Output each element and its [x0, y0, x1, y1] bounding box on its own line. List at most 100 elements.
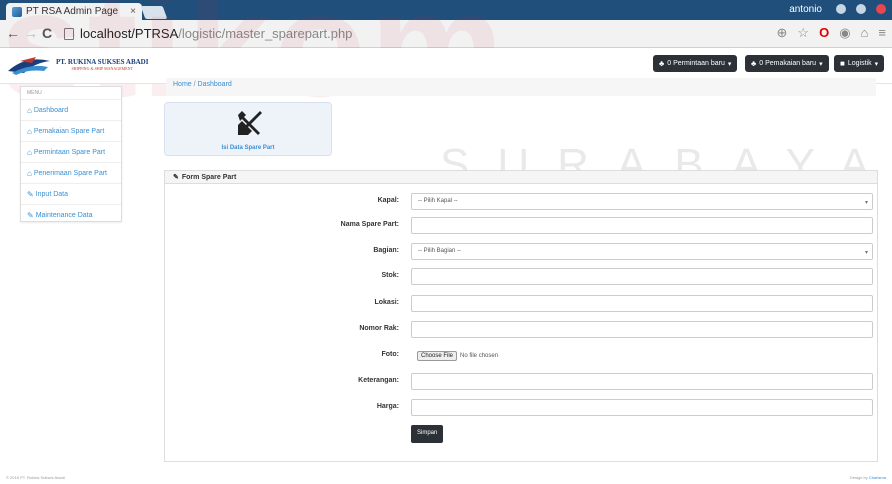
tab-close-icon[interactable]: ×	[130, 6, 136, 17]
page-icon	[64, 27, 74, 40]
forward-icon[interactable]: →	[24, 25, 38, 41]
form-title: Form Spare Part	[181, 173, 237, 181]
logistik-user-button[interactable]: ■ Logistik ▾	[834, 55, 885, 72]
bell-icon: ♣	[659, 59, 665, 68]
url-path: /logistic/master_sparepart.php	[178, 26, 353, 41]
design-link[interactable]: Charisma	[869, 475, 886, 480]
minimize-icon[interactable]	[836, 4, 846, 14]
browser-tab[interactable]: PT RSA Admin Page ×	[6, 3, 142, 20]
field-label: Nama Spare Part:	[340, 221, 399, 228]
menu-icon[interactable]: ≡	[878, 25, 886, 41]
extension-icon[interactable]: ◉	[839, 25, 850, 41]
tile-label: Isi Data Spare Part	[221, 145, 275, 151]
form-row-lokasi: Lokasi:	[165, 295, 879, 312]
field-label: Stok:	[381, 272, 400, 279]
form-header: ✎ Form Spare Part	[165, 171, 877, 184]
nomor-rak-input[interactable]	[411, 321, 873, 338]
reload-icon[interactable]: C	[42, 25, 52, 41]
choose-file-button[interactable]: Choose File	[417, 351, 458, 361]
lokasi-input[interactable]	[411, 295, 873, 312]
brand-tagline: SHIPPING & SHIP MANAGEMENT	[71, 65, 133, 71]
tab-title: PT RSA Admin Page	[26, 6, 119, 17]
favicon-icon	[12, 6, 22, 17]
home-icon: ⌂	[27, 105, 32, 115]
harga-input[interactable]	[411, 399, 873, 416]
edit-icon: ✎	[27, 210, 34, 220]
breadcrumb-separator: /	[193, 81, 196, 88]
stok-input[interactable]	[411, 268, 873, 285]
brand-name: PT. RUKINA SUKSES ABADI	[56, 57, 149, 66]
zoom-icon[interactable]: ⊕	[777, 25, 788, 41]
design-prefix: Design by	[849, 475, 868, 480]
keterangan-input[interactable]	[411, 373, 873, 390]
tools-icon	[238, 111, 262, 135]
sidebar-item-input-data[interactable]: ✎ Input Data	[21, 183, 121, 204]
sidebar-item-label: Input Data	[35, 190, 69, 198]
pemakaian-label: 0 Pemakaian baru	[759, 60, 817, 67]
field-label: Kapal:	[377, 197, 399, 204]
foto-file-input[interactable]: Choose File No file chosen	[411, 347, 873, 364]
home-icon: ⌂	[27, 126, 32, 136]
home-icon: ⌂	[27, 168, 32, 178]
url-input[interactable]: localhost/PTRSA/logistic/master_sparepar…	[64, 23, 834, 44]
field-label: Harga:	[376, 403, 399, 410]
form-row-nama: Nama Spare Part:	[165, 217, 879, 234]
company-logo[interactable]: PT. RUKINA SUKSES ABADI SHIPPING & SHIP …	[6, 51, 148, 77]
permintaan-label: 0 Permintaan baru	[667, 60, 725, 67]
sidebar-item-penerimaan[interactable]: ⌂ Penerimaan Spare Part	[21, 162, 121, 183]
extension-2-icon[interactable]: ⌂	[861, 25, 869, 41]
maximize-icon[interactable]	[856, 4, 866, 14]
window-controls	[836, 4, 886, 14]
edit-icon: ✎	[173, 174, 179, 181]
sidebar-item-maintenance[interactable]: ✎ Maintenance Data	[21, 204, 121, 225]
simpan-button[interactable]: Simpan	[411, 425, 444, 443]
bagian-select[interactable]: -- Pilih Bagian -- ▾	[411, 243, 873, 260]
opera-icon[interactable]: O	[819, 25, 829, 41]
form-row-kapal: Kapal: -- Pilih Kapal -- ▾	[165, 193, 879, 210]
close-window-icon[interactable]	[876, 4, 886, 14]
edit-icon: ✎	[27, 189, 34, 199]
kapal-select[interactable]: -- Pilih Kapal -- ▾	[411, 193, 873, 210]
star-icon[interactable]: ☆	[797, 25, 809, 41]
form-panel: ✎ Form Spare Part Kapal: -- Pilih Kapal …	[164, 170, 878, 462]
field-label: Nomor Rak:	[359, 325, 399, 332]
sidebar-item-label: Dashboard	[33, 106, 69, 114]
isi-data-tile[interactable]: Isi Data Spare Part	[164, 102, 332, 156]
logistik-label: Logistik	[847, 60, 872, 67]
field-label: Foto:	[381, 351, 400, 358]
sidebar-item-pemakaian[interactable]: ⌂ Pemakaian Spare Part	[21, 120, 121, 141]
browser-user[interactable]: antonio	[789, 4, 822, 15]
sidebar-item-label: Permintaan Spare Part	[33, 148, 106, 156]
pemakaian-notif-button[interactable]: ♣ 0 Pemakaian baru ▾	[745, 55, 829, 72]
browser-title-bar: PT RSA Admin Page × antonio	[0, 0, 892, 20]
sidebar-item-permintaan[interactable]: ⌂ Permintaan Spare Part	[21, 141, 121, 162]
permintaan-notif-button[interactable]: ♣ 0 Permintaan baru ▾	[653, 55, 738, 72]
caret-down-icon: ▾	[819, 60, 823, 68]
field-label: Keterangan:	[358, 377, 399, 384]
footer-design: Design by Charisma	[850, 475, 886, 480]
sidebar-item-label: Maintenance Data	[35, 211, 93, 219]
sidebar-item-label: Penerimaan Spare Part	[33, 169, 107, 177]
footer-copyright: © 2016 PT. Rukina Sukses Abadi	[6, 475, 65, 480]
field-label: Lokasi:	[374, 299, 399, 306]
browser-toolbar-icons: ⊕ ☆ O ◉ ⌂ ≡	[777, 25, 886, 41]
form-row-stok: Stok:	[165, 268, 879, 285]
user-icon: ■	[840, 59, 845, 68]
breadcrumb-current[interactable]: Dashboard	[198, 81, 232, 88]
footer: © 2016 PT. Rukina Sukses Abadi Design by…	[0, 472, 892, 484]
field-label: Bagian:	[373, 247, 399, 254]
form-row-nomor-rak: Nomor Rak:	[165, 321, 879, 338]
file-status: No file chosen	[460, 353, 499, 359]
back-icon[interactable]: ←	[6, 25, 20, 41]
sidebar-item-dashboard[interactable]: ⌂ Dashboard	[21, 99, 121, 120]
ship-logo-icon	[8, 57, 50, 75]
breadcrumb-home[interactable]: Home	[173, 81, 192, 88]
sidebar: MENU ⌂ Dashboard ⌂ Pemakaian Spare Part ⌂ P…	[20, 86, 122, 222]
new-tab-button[interactable]	[140, 6, 168, 19]
bell-icon: ♣	[751, 59, 757, 68]
caret-down-icon: ▾	[874, 60, 879, 68]
sidebar-item-label: Pemakaian Spare Part	[33, 127, 105, 135]
bagian-select-value: -- Pilih Bagian --	[418, 248, 462, 254]
nama-spare-part-input[interactable]	[411, 217, 873, 234]
form-row-keterangan: Keterangan:	[165, 373, 879, 390]
